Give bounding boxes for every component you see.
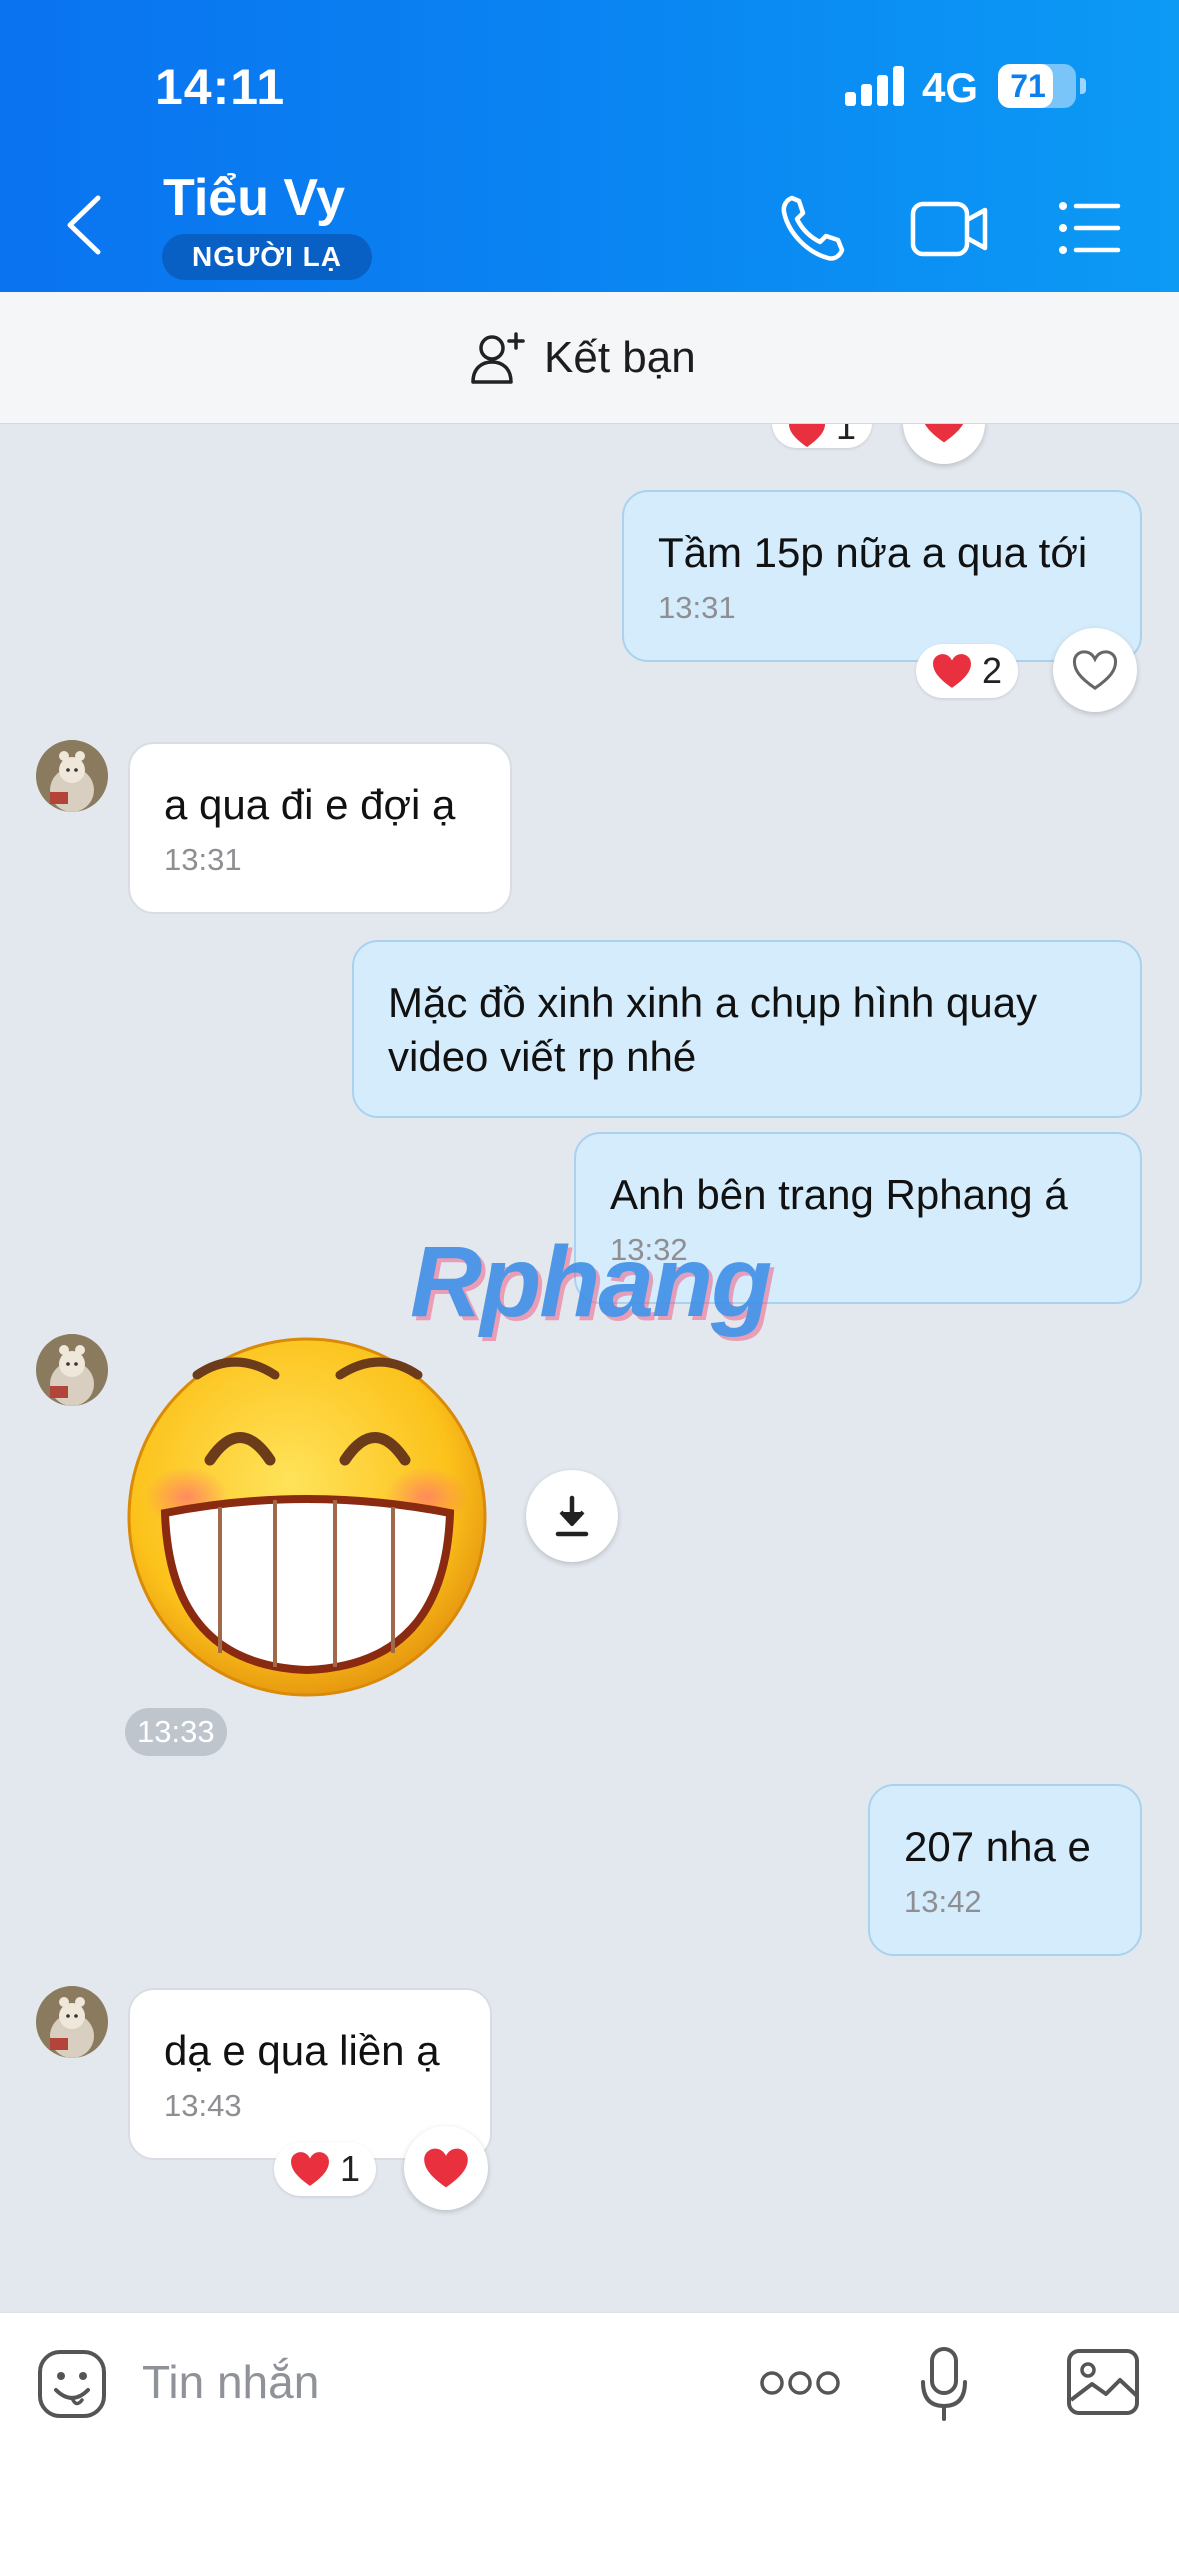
message-input-bar [0,2312,1179,2556]
grinning-face-sticker[interactable] [125,1335,490,1700]
status-time: 14:11 [155,59,286,115]
reaction-pill[interactable]: 2 [916,644,1019,698]
reaction-pill[interactable]: 1 [274,2142,377,2196]
message-text: 207 nha e [904,1823,1091,1870]
react-button[interactable] [404,2126,488,2210]
add-friend-bar-overlay: Kết bạn [0,292,1179,424]
reaction-count: 2 [982,650,1003,691]
message-time: 13:31 [658,590,736,625]
chat-header: 14:11 4G 71 Tiểu Vy NGƯỜI LẠ [0,0,1179,292]
contact-avatar[interactable] [36,740,108,812]
video-call-icon[interactable] [910,190,988,266]
contact-name[interactable]: Tiểu Vy [163,168,345,228]
heart-reaction-icon [291,2152,329,2186]
add-friend-label: Kết bạn [544,333,696,382]
reaction-count: 1 [340,2148,361,2189]
contact-avatar[interactable] [36,1986,108,2058]
battery-level: 71 [1010,68,1046,104]
download-icon [555,1495,589,1537]
message-text: dạ e qua liền ạ [164,2027,440,2074]
message-bubble-outgoing[interactable]: Tầm 15p nữa a qua tới 13:31 [622,490,1142,662]
message-text: Mặc đồ xinh xinh a chụp hình quay video … [388,979,1038,1080]
add-friend-icon [471,332,525,384]
message-bubble-outgoing[interactable]: Mặc đồ xinh xinh a chụp hình quay video … [352,940,1142,1118]
message-text: Anh bên trang Rphang á [610,1171,1068,1218]
microphone-icon[interactable] [918,2346,970,2422]
message-text: a qua đi e đợi ạ [164,781,456,828]
image-icon[interactable] [1066,2348,1140,2416]
add-friend-button-overlay[interactable]: Kết bạn [470,328,696,388]
signal-icon [845,66,905,106]
watermark: Rphang [410,1226,772,1338]
message-time: 13:31 [164,842,242,877]
react-button[interactable] [1053,628,1137,712]
message-bubble-outgoing[interactable]: 207 nha e 13:42 [868,1784,1142,1956]
download-button[interactable] [526,1470,618,1562]
more-options-icon[interactable] [760,2368,840,2398]
heart-icon [424,2148,468,2188]
contact-avatar[interactable] [36,1334,108,1406]
stranger-badge: NGƯỜI LẠ [162,234,372,280]
message-time: 13:42 [904,1884,982,1919]
phone-icon[interactable] [778,190,848,266]
message-text: Tầm 15p nữa a qua tới [658,529,1088,576]
heart-outline-icon [1072,650,1118,690]
menu-list-icon[interactable] [1058,190,1122,266]
message-time: 13:33 [125,1708,227,1756]
message-bubble-incoming[interactable]: a qua đi e đợi ạ 13:31 [128,742,512,914]
message-input[interactable]: Tin nhắn [142,2355,319,2409]
back-icon[interactable] [60,190,110,260]
heart-reaction-icon [933,654,971,688]
emoji-icon[interactable] [36,2348,108,2420]
battery-icon: 71 [998,64,1076,108]
network-type: 4G [922,64,979,111]
battery-cap [1080,78,1086,94]
message-time: 13:43 [164,2088,242,2123]
